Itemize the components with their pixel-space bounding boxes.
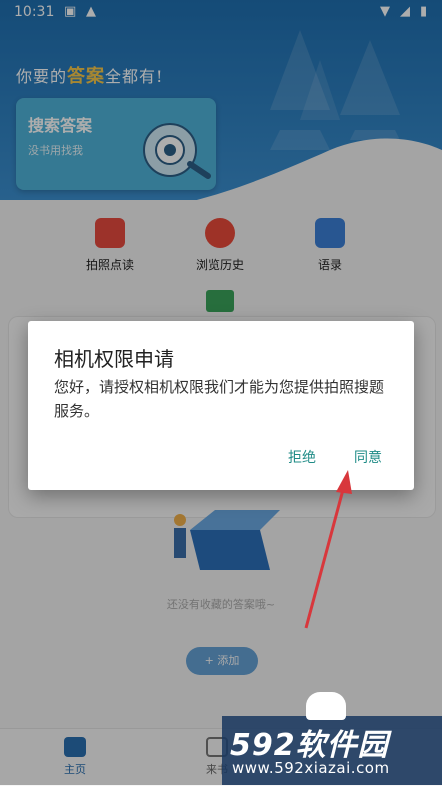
deny-button[interactable]: 拒绝	[288, 447, 316, 467]
gamepad-mascot-icon	[306, 692, 346, 720]
dialog-message: 您好，请授权相机权限我们才能为您提供拍照搜题服务。	[54, 378, 385, 420]
allow-button[interactable]: 同意	[354, 447, 382, 467]
permission-dialog: 相机权限申请 您好，请授权相机权限我们才能为您提供拍照搜题服务。 拒绝 同意	[28, 321, 414, 490]
dialog-title: 相机权限申请	[54, 347, 174, 371]
watermark: 592软件园 www.592xiazai.com	[222, 692, 442, 785]
watermark-url: www.592xiazai.com	[232, 759, 390, 777]
watermark-logo: 592软件园	[230, 728, 389, 763]
